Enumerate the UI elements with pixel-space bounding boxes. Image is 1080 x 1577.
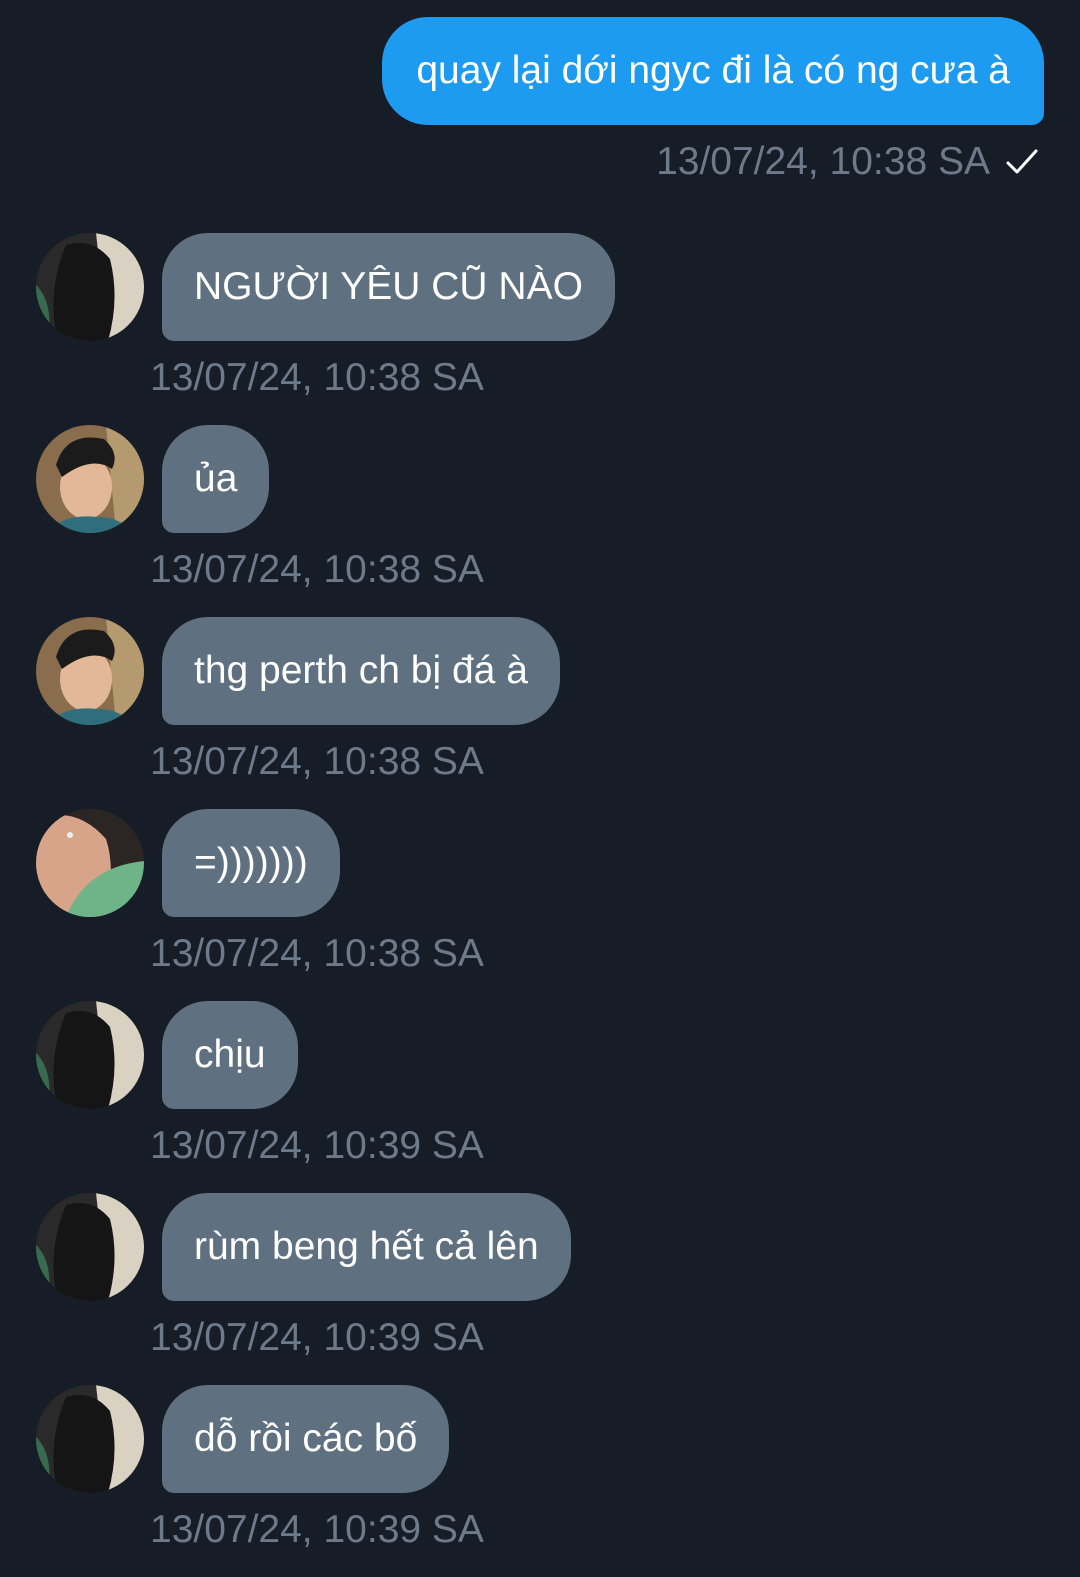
- message-row: dỗ rồi các bố 13/07/24, 10:39 SA: [36, 1385, 1036, 1577]
- avatar-dark-icon[interactable]: [36, 233, 144, 341]
- check-icon: [1004, 144, 1040, 180]
- avatar-boy-icon[interactable]: [36, 617, 144, 725]
- message-time: 13/07/24, 10:39 SA: [150, 1124, 484, 1167]
- message-time: 13/07/24, 10:39 SA: [150, 1508, 484, 1551]
- message-row: thg perth ch bị đá à 13/07/24, 10:38 SA: [36, 617, 1036, 809]
- message-bubble[interactable]: rùm beng hết cả lên: [162, 1193, 571, 1301]
- message-bubble[interactable]: NGƯỜI YÊU CŨ NÀO: [162, 233, 615, 341]
- message-bubble[interactable]: =))))))): [162, 809, 340, 917]
- message-time: 13/07/24, 10:38 SA: [150, 740, 484, 783]
- message-row: ủa 13/07/24, 10:38 SA: [36, 425, 1036, 617]
- sent-message-bubble[interactable]: quay lại dới ngyc đi là có ng cưa à: [382, 17, 1044, 125]
- message-row: chịu 13/07/24, 10:39 SA: [36, 1001, 1036, 1193]
- message-bubble[interactable]: dỗ rồi các bố: [162, 1385, 450, 1493]
- message-row: NGƯỜI YÊU CŨ NÀO 13/07/24, 10:38 SA: [36, 233, 1036, 425]
- message-time: 13/07/24, 10:38 SA: [150, 356, 484, 399]
- message-bubble[interactable]: ủa: [162, 425, 270, 533]
- message-time: 13/07/24, 10:38 SA: [150, 548, 484, 591]
- message-bubble[interactable]: chịu: [162, 1001, 298, 1109]
- message-time: 13/07/24, 10:39 SA: [150, 1316, 484, 1359]
- chat-thread: quay lại dới ngyc đi là có ng cưa à 13/0…: [0, 0, 1080, 1552]
- avatar-dark-icon[interactable]: [36, 1385, 144, 1493]
- avatar-dark-icon[interactable]: [36, 1001, 144, 1109]
- sent-message-time: 13/07/24, 10:38 SA: [656, 140, 990, 183]
- message-row: rùm beng hết cả lên 13/07/24, 10:39 SA: [36, 1193, 1036, 1385]
- sent-message-meta: 13/07/24, 10:38 SA: [656, 135, 1040, 189]
- avatar-boy-icon[interactable]: [36, 425, 144, 533]
- message-row: =))))))) 13/07/24, 10:38 SA: [36, 809, 1036, 1001]
- message-bubble[interactable]: thg perth ch bị đá à: [162, 617, 560, 725]
- avatar-dark-icon[interactable]: [36, 1193, 144, 1301]
- avatar-green-icon[interactable]: [36, 809, 144, 917]
- message-time: 13/07/24, 10:38 SA: [150, 932, 484, 975]
